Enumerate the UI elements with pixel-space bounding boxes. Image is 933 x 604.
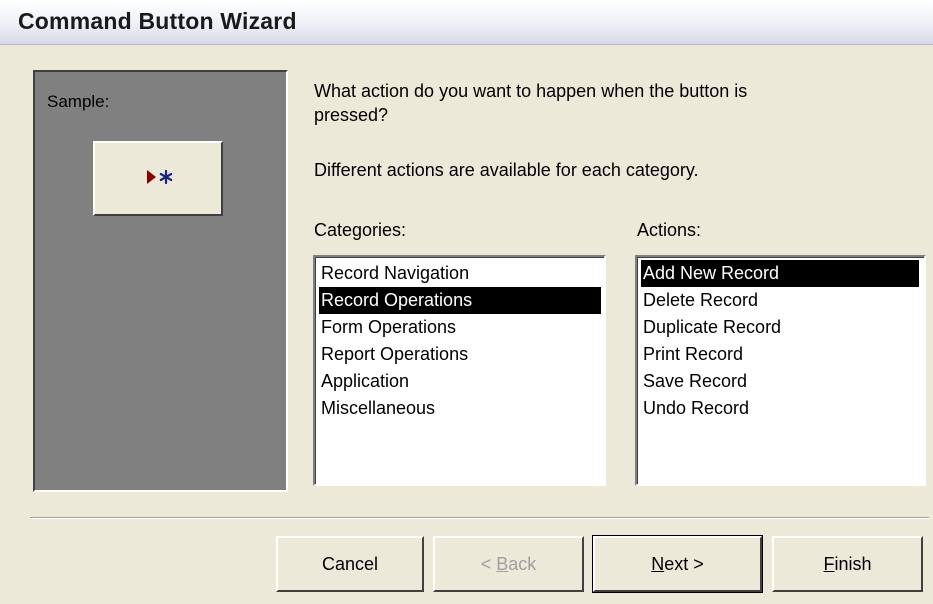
back-button-prefix: < bbox=[480, 554, 497, 574]
list-item-category[interactable]: Application bbox=[319, 368, 603, 395]
list-item-action[interactable]: Print Record bbox=[641, 341, 919, 368]
finish-button-rest: inish bbox=[834, 554, 872, 574]
actions-label: Actions: bbox=[637, 220, 702, 240]
sample-label: Sample: bbox=[47, 92, 110, 111]
question-line-1: What action do you want to happen when t… bbox=[314, 81, 748, 101]
list-item-action[interactable]: Duplicate Record bbox=[641, 314, 919, 341]
list-item-category[interactable]: Report Operations bbox=[319, 341, 603, 368]
cancel-button[interactable]: Cancel bbox=[276, 536, 424, 592]
back-button-mnemonic: B bbox=[496, 554, 509, 574]
list-item-action[interactable]: Undo Record bbox=[641, 395, 919, 422]
new-record-arrow-asterisk-icon bbox=[147, 169, 173, 185]
next-button-mnemonic: N bbox=[651, 554, 665, 574]
sample-panel: Sample: bbox=[33, 70, 288, 492]
footer-separator bbox=[30, 517, 929, 519]
cancel-button-label: Cancel bbox=[321, 554, 379, 574]
categories-listbox[interactable]: Record Navigation Record Operations Form… bbox=[313, 255, 606, 486]
list-item-action[interactable]: Save Record bbox=[641, 368, 919, 395]
next-button[interactable]: Next > bbox=[592, 535, 763, 593]
command-button-wizard-dialog: Command Button Wizard Sample: What actio… bbox=[0, 0, 933, 604]
back-button[interactable]: < Back bbox=[433, 536, 584, 592]
info-text: Different actions are available for each… bbox=[314, 160, 699, 180]
dialog-title: Command Button Wizard bbox=[18, 8, 297, 34]
categories-label: Categories: bbox=[314, 220, 407, 240]
list-item-action-selected[interactable]: Add New Record bbox=[641, 260, 919, 287]
finish-button-mnemonic: F bbox=[823, 554, 835, 574]
back-button-rest: ack bbox=[508, 554, 537, 574]
list-item-category[interactable]: Form Operations bbox=[319, 314, 603, 341]
list-item-action[interactable]: Delete Record bbox=[641, 287, 919, 314]
list-item-category[interactable]: Miscellaneous bbox=[319, 395, 603, 422]
actions-listbox[interactable]: Add New Record Delete Record Duplicate R… bbox=[635, 255, 926, 486]
finish-button[interactable]: Finish bbox=[772, 536, 923, 592]
next-button-rest: ext > bbox=[664, 554, 704, 574]
list-item-category-selected[interactable]: Record Operations bbox=[319, 287, 601, 314]
list-item-category[interactable]: Record Navigation bbox=[319, 260, 603, 287]
question-line-2: pressed? bbox=[314, 105, 389, 125]
sample-button-preview bbox=[93, 141, 223, 216]
title-bar: Command Button Wizard bbox=[0, 0, 933, 45]
